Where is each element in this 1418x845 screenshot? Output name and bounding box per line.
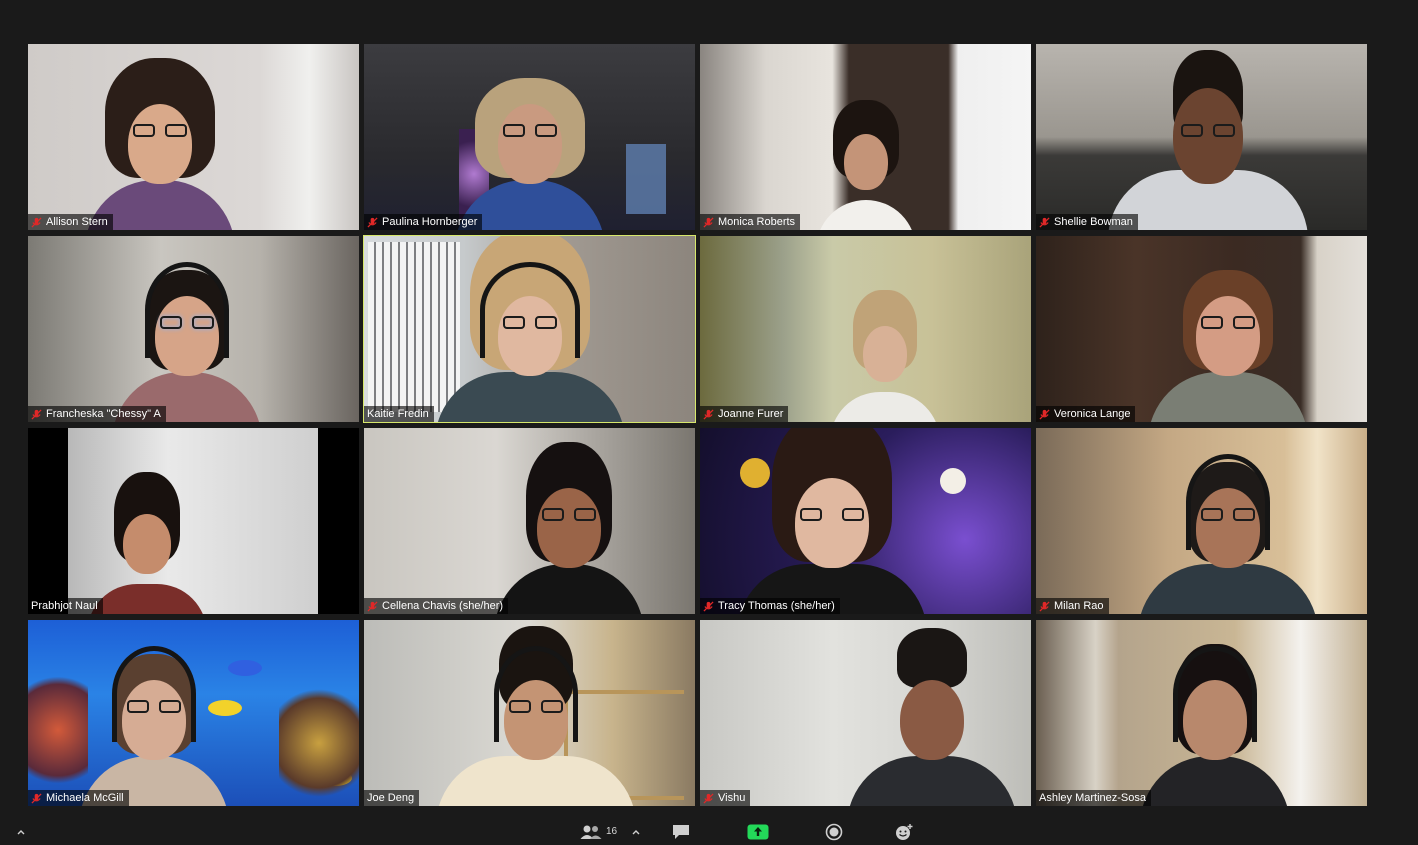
share-screen-button[interactable]	[747, 818, 769, 845]
chevron-up-icon	[632, 829, 640, 834]
participant-name-tag: Tracy Thomas (she/her)	[700, 598, 840, 614]
participant-name-tag: Joe Deng	[364, 790, 420, 806]
muted-mic-icon	[703, 792, 714, 804]
video-tile[interactable]: Allison Stern	[28, 44, 359, 230]
muted-mic-icon	[31, 216, 42, 228]
muted-mic-icon	[703, 600, 714, 612]
participant-name: Cellena Chavis (she/her)	[382, 600, 504, 612]
participants-count: 16	[606, 826, 618, 837]
video-tile[interactable]: Michaela McGill	[28, 620, 359, 806]
participant-name-tag: Shellie Bowman	[1036, 214, 1138, 230]
participant-name-tag: Kaitie Fredin	[364, 406, 434, 422]
video-tile[interactable]: Joe Deng	[364, 620, 695, 806]
participant-name: Joe Deng	[367, 792, 415, 804]
muted-mic-icon	[1039, 408, 1050, 420]
participant-name-tag: Francheska "Chessy" A	[28, 406, 166, 422]
participants-button[interactable]: 16	[580, 818, 617, 845]
muted-mic-icon	[367, 216, 378, 228]
participant-name: Prabhjot Naul	[31, 600, 98, 612]
participants-options-button[interactable]	[631, 818, 641, 845]
gallery-grid: Allison Stern Paulina Hornberger Monica …	[28, 44, 1367, 806]
participant-name-tag: Allison Stern	[28, 214, 113, 230]
muted-mic-icon	[1039, 600, 1050, 612]
participant-name: Shellie Bowman	[1054, 216, 1133, 228]
participant-name: Ashley Martinez-Sosa	[1039, 792, 1146, 804]
participant-name-tag: Michaela McGill	[28, 790, 129, 806]
participant-name-tag: Cellena Chavis (she/her)	[364, 598, 509, 614]
video-tile[interactable]: Cellena Chavis (she/her)	[364, 428, 695, 614]
muted-mic-icon	[31, 792, 42, 804]
participant-name: Michaela McGill	[46, 792, 124, 804]
video-tile[interactable]: Vishu	[700, 620, 1031, 806]
toolbar-collapse-button[interactable]	[16, 818, 26, 845]
participant-name: Francheska "Chessy" A	[46, 408, 161, 420]
participant-name-tag: Milan Rao	[1036, 598, 1109, 614]
participant-name: Kaitie Fredin	[367, 408, 429, 420]
video-tile[interactable]: Shellie Bowman	[1036, 44, 1367, 230]
muted-mic-icon	[31, 408, 42, 420]
reactions-icon	[896, 823, 913, 840]
video-tile[interactable]: Tracy Thomas (she/her)	[700, 428, 1031, 614]
video-tile[interactable]: Ashley Martinez-Sosa	[1036, 620, 1367, 806]
participant-name: Monica Roberts	[718, 216, 796, 228]
chat-icon	[673, 824, 689, 839]
participants-icon	[580, 825, 602, 839]
meeting-toolbar: 16	[0, 818, 1418, 845]
share-screen-icon	[747, 824, 769, 839]
participant-name: Milan Rao	[1054, 600, 1104, 612]
participant-name-tag: Monica Roberts	[700, 214, 801, 230]
participant-name-tag: Paulina Hornberger	[364, 214, 483, 230]
participant-name-tag: Prabhjot Naul	[28, 598, 103, 614]
muted-mic-icon	[1039, 216, 1050, 228]
video-tile-active-speaker[interactable]: Kaitie Fredin	[363, 235, 696, 423]
participant-name-tag: Veronica Lange	[1036, 406, 1136, 422]
participant-name-tag: Joanne Furer	[700, 406, 789, 422]
video-tile[interactable]: Milan Rao	[1036, 428, 1367, 614]
participant-name-tag: Vishu	[700, 790, 751, 806]
participant-name: Allison Stern	[46, 216, 108, 228]
participant-name-tag: Ashley Martinez-Sosa	[1036, 790, 1151, 806]
video-call-window: Allison Stern Paulina Hornberger Monica …	[0, 0, 1418, 845]
video-tile[interactable]: Francheska "Chessy" A	[28, 236, 359, 422]
chat-button[interactable]	[671, 818, 691, 845]
participant-name: Veronica Lange	[1054, 408, 1131, 420]
video-tile[interactable]: Prabhjot Naul	[28, 428, 359, 614]
video-tile[interactable]: Monica Roberts	[700, 44, 1031, 230]
participant-name: Paulina Hornberger	[382, 216, 478, 228]
record-icon	[825, 823, 843, 840]
reactions-button[interactable]	[894, 818, 914, 845]
muted-mic-icon	[703, 216, 714, 228]
participant-name: Joanne Furer	[718, 408, 784, 420]
participant-name: Tracy Thomas (she/her)	[718, 600, 835, 612]
video-tile[interactable]: Joanne Furer	[700, 236, 1031, 422]
video-tile[interactable]: Paulina Hornberger	[364, 44, 695, 230]
chevron-up-icon	[17, 829, 25, 834]
participant-name: Vishu	[718, 792, 746, 804]
muted-mic-icon	[703, 408, 714, 420]
record-button[interactable]	[825, 818, 843, 845]
video-tile[interactable]: Veronica Lange	[1036, 236, 1367, 422]
muted-mic-icon	[367, 600, 378, 612]
